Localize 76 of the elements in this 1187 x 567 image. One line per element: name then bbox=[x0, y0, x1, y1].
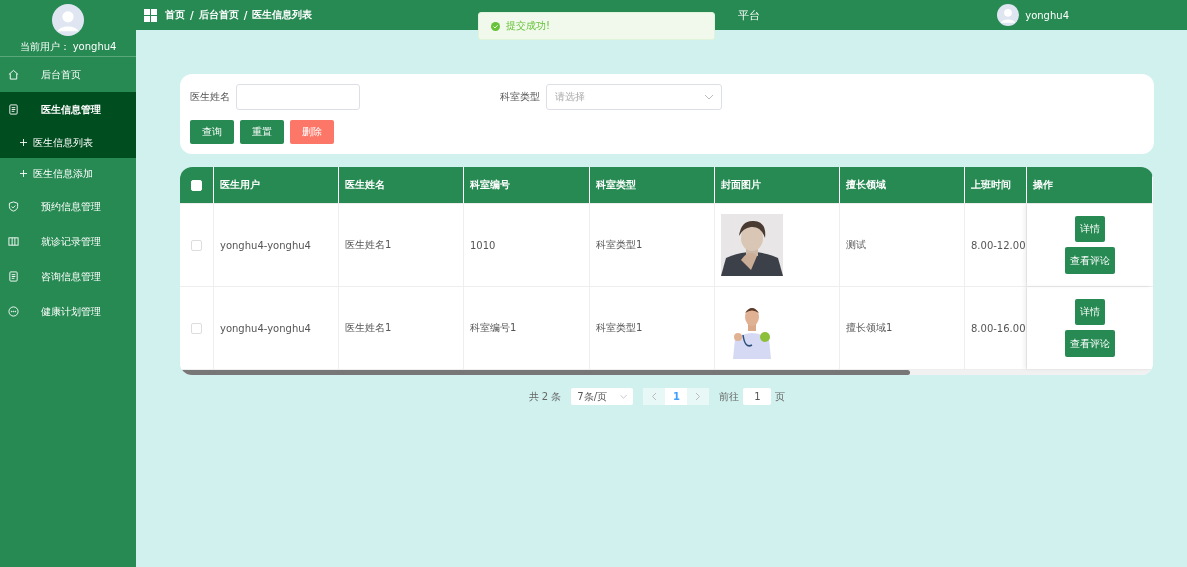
page-number[interactable]: 1 bbox=[665, 388, 688, 405]
column-header: 操作 bbox=[1027, 167, 1153, 203]
table-cell: 医生姓名1 bbox=[339, 287, 464, 369]
column-header: 擅长领域 bbox=[840, 167, 965, 203]
shield-check-icon bbox=[8, 201, 19, 212]
breadcrumb-separator: / bbox=[243, 9, 248, 21]
table-cell: 科室类型1 bbox=[590, 204, 715, 286]
chevron-left-icon bbox=[652, 393, 657, 400]
row-checkbox[interactable] bbox=[191, 322, 202, 334]
select-all-checkbox[interactable] bbox=[191, 179, 202, 191]
action-button[interactable]: 删除 bbox=[290, 120, 334, 144]
home-icon bbox=[8, 69, 19, 80]
table-cell: 擅长领域1 bbox=[840, 287, 965, 369]
submenu-item[interactable]: 医生信息列表 bbox=[0, 127, 136, 158]
table-cell: yonghu4-yonghu4 bbox=[214, 204, 339, 286]
username[interactable]: yonghu4 bbox=[1025, 9, 1069, 21]
table-cell: 测试 bbox=[840, 204, 965, 286]
submenu-item[interactable]: 医生信息添加 bbox=[0, 158, 136, 189]
chevron-down-icon bbox=[705, 94, 713, 100]
row-action-button[interactable]: 详情 bbox=[1075, 299, 1105, 325]
grid-menu-icon[interactable] bbox=[144, 8, 157, 22]
document-icon bbox=[8, 104, 19, 115]
field-label: 科室类型 bbox=[500, 90, 540, 104]
menu-item[interactable]: 医生信息管理 bbox=[0, 92, 136, 127]
avatar-icon bbox=[52, 4, 84, 36]
current-user-label: 当前用户： yonghu4 bbox=[19, 40, 117, 54]
table-cell: 8.00-16.00 bbox=[965, 287, 1027, 369]
row-checkbox[interactable] bbox=[191, 239, 202, 251]
menu-item[interactable]: 后台首页 bbox=[0, 57, 136, 92]
next-page-button[interactable] bbox=[687, 388, 710, 405]
table-cell: 8.00-12.00 bbox=[965, 204, 1027, 286]
toast-message: 提交成功! bbox=[506, 19, 550, 33]
column-header: 医生用户 bbox=[214, 167, 339, 203]
field-label: 医生姓名 bbox=[190, 90, 230, 104]
menu-item[interactable]: 咨询信息管理 bbox=[0, 259, 136, 294]
breadcrumb-link[interactable]: 后台首页 bbox=[198, 8, 239, 22]
check-circle-icon bbox=[491, 21, 500, 31]
action-button[interactable]: 重置 bbox=[240, 120, 284, 144]
action-button[interactable]: 查询 bbox=[190, 120, 234, 144]
row-action-button[interactable]: 详情 bbox=[1075, 216, 1105, 242]
name-input[interactable] bbox=[236, 84, 360, 110]
menu-item[interactable]: 健康计划管理 bbox=[0, 294, 136, 329]
breadcrumb-separator: / bbox=[190, 9, 194, 21]
table-cell: yonghu4-yonghu4 bbox=[214, 287, 339, 369]
goto-label: 前往 bbox=[719, 389, 740, 404]
total-count: 共 2 条 bbox=[528, 389, 562, 404]
plus-icon bbox=[20, 170, 27, 177]
menu-item[interactable]: 预约信息管理 bbox=[0, 189, 136, 224]
plus-icon bbox=[20, 139, 27, 146]
avatar-icon bbox=[997, 4, 1020, 26]
column-header: 科室编号 bbox=[464, 167, 590, 203]
breadcrumb-link[interactable]: 首页 bbox=[165, 8, 185, 22]
column-header: 上班时间 bbox=[965, 167, 1027, 203]
row-action-button[interactable]: 查看评论 bbox=[1065, 247, 1115, 274]
page-size-select[interactable]: 7条/页 bbox=[571, 388, 634, 405]
page-jump-input[interactable]: 1 bbox=[743, 388, 772, 405]
chat-icon bbox=[8, 306, 19, 317]
column-header: 科室类型 bbox=[590, 167, 715, 203]
column-header: 封面图片 bbox=[715, 167, 840, 203]
table-cell: 科室编号1 bbox=[464, 287, 590, 369]
row-action-button[interactable]: 查看评论 bbox=[1065, 330, 1115, 357]
chevron-right-icon bbox=[696, 393, 701, 400]
menu-item[interactable]: 就诊记录管理 bbox=[0, 224, 136, 259]
table-cell: 1010 bbox=[464, 204, 590, 286]
chevron-down-icon bbox=[620, 394, 628, 399]
table-cell: 医生姓名1 bbox=[339, 204, 464, 286]
site-title: 平台 bbox=[738, 7, 761, 23]
page-suffix: 页 bbox=[775, 389, 786, 404]
scrollbar-thumb[interactable] bbox=[180, 370, 910, 375]
column-header: 医生姓名 bbox=[339, 167, 464, 203]
columns-icon bbox=[8, 236, 19, 247]
table-cell: 科室类型1 bbox=[590, 287, 715, 369]
breadcrumb-link[interactable]: 医生信息列表 bbox=[252, 8, 313, 22]
select-field[interactable]: 请选择 bbox=[546, 84, 722, 110]
prev-page-button[interactable] bbox=[643, 388, 666, 405]
document-icon bbox=[8, 271, 19, 282]
